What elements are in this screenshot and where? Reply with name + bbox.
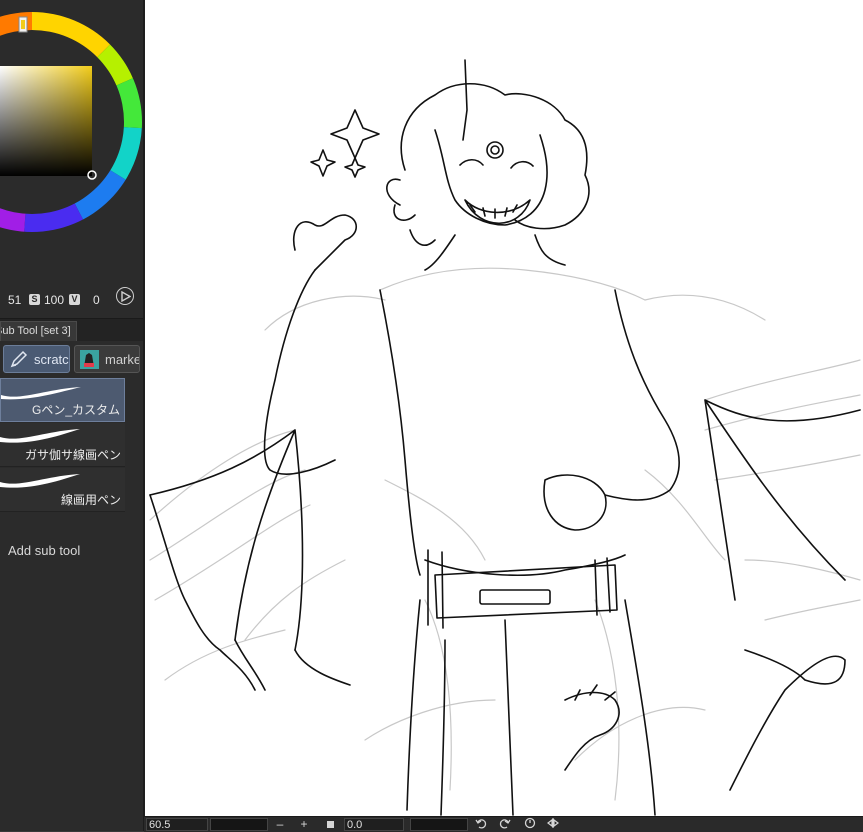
play-icon[interactable] <box>116 287 134 305</box>
add-subtool-button[interactable]: Add sub tool <box>8 543 80 558</box>
zoom-out-button[interactable]: – <box>273 817 287 832</box>
marker-icon <box>79 349 100 370</box>
rotation-slider[interactable] <box>410 818 468 831</box>
left-panel: 51 S 100 V 0 Sub Tool [set 3] scratch ma… <box>0 0 144 831</box>
zoom-in-button[interactable]: + <box>297 817 311 832</box>
tool-switch-scratch-label: scratch <box>34 352 69 367</box>
saturation-chip: S <box>29 294 40 305</box>
tool-switch-marker[interactable]: marker <box>74 345 140 373</box>
reset-rotation-icon[interactable] <box>523 817 537 832</box>
brush-list-scrollbar[interactable] <box>126 378 143 514</box>
rotate-right-icon[interactable] <box>498 817 512 832</box>
value-chip: V <box>69 294 80 305</box>
zoom-field[interactable]: 60.5 <box>146 818 208 831</box>
brush-stroke-preview <box>1 387 81 400</box>
status-bar: 60.5 – + 0.0 <box>144 816 863 832</box>
hue-value: 51 <box>8 293 22 307</box>
subtool-tab-label: Sub Tool [set 3] <box>0 325 71 337</box>
brush-stroke-preview <box>0 429 80 443</box>
brush-item-lineart-pen[interactable]: 線画用ペン <box>0 468 125 512</box>
brush-item-g-pen-custom[interactable]: Gペン_カスタム <box>0 378 125 422</box>
brush-name: Gペン_カスタム <box>31 403 120 417</box>
brush-name: 線画用ペン <box>60 493 121 507</box>
tab-subtool-set[interactable]: Sub Tool [set 3] <box>0 321 77 341</box>
zoom-slider[interactable] <box>210 818 268 831</box>
drawing-canvas[interactable] <box>144 0 863 816</box>
tool-switch-marker-label: marker <box>105 352 139 367</box>
flip-horizontal-icon[interactable] <box>546 817 560 832</box>
brush-name: ガサ伽サ線画ペン <box>24 448 121 462</box>
tool-switch-scratch[interactable]: scratch <box>3 345 70 373</box>
brush-item-gasa-lineart-pen[interactable]: ガサ伽サ線画ペン <box>0 423 125 467</box>
rotate-left-icon[interactable] <box>474 817 488 832</box>
saturation-value: 100 <box>44 293 65 307</box>
sketch-artwork <box>149 59 861 816</box>
subtool-header: Sub Tool [set 3] <box>0 318 143 341</box>
tool-switch-row: scratch marker <box>0 342 143 376</box>
fit-window-icon[interactable] <box>327 821 334 828</box>
rotation-field[interactable]: 0.0 <box>344 818 404 831</box>
color-wheel[interactable] <box>0 0 143 285</box>
brush-stroke-preview <box>0 474 80 488</box>
brightness-value: 0 <box>93 293 100 307</box>
pen-icon <box>8 349 29 370</box>
